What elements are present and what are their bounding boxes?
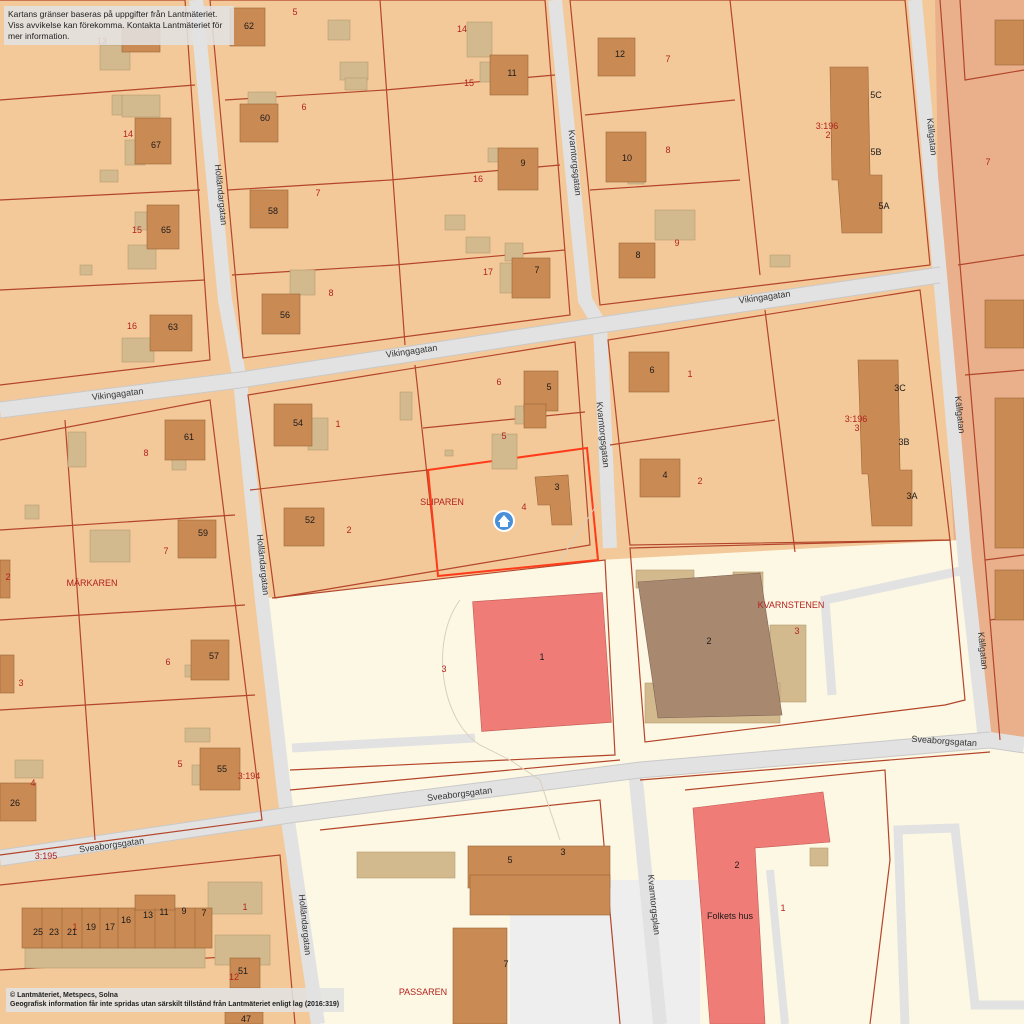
parcel-number: 9	[674, 238, 679, 248]
house-number: 19	[86, 922, 96, 932]
selected-property-marker[interactable]	[493, 510, 515, 532]
parcel-number: 1	[242, 902, 247, 912]
house-number: 65	[161, 225, 171, 235]
boundary-disclaimer: Kartans gränser baseras på uppgifter frå…	[4, 6, 234, 45]
house-number: 59	[198, 528, 208, 538]
copyright-notice: © Lantmäteriet, Metspecs, Solna Geografi…	[6, 988, 344, 1012]
house-number: 63	[168, 322, 178, 332]
house-number: 23	[49, 927, 59, 937]
parcel-number: 14	[457, 24, 467, 34]
house-number: 3C	[894, 383, 906, 393]
parcel-number: 3:195	[35, 851, 58, 861]
parcel-number: 3	[441, 664, 446, 674]
house-number: 9	[520, 158, 525, 168]
license-line: Geografisk information får inte spridas …	[10, 1001, 340, 1008]
parcel-number: 2	[825, 130, 830, 140]
parcel-number: 7	[665, 54, 670, 64]
district-label-passaren: PASSAREN	[399, 987, 447, 997]
district-label-sliparen: SLIPAREN	[420, 497, 464, 507]
house-number: 3B	[898, 437, 909, 447]
parcel-number: 1	[687, 369, 692, 379]
parcel-number: 6	[496, 377, 501, 387]
parcel-number: 5	[177, 759, 182, 769]
parcel-number: 5	[292, 7, 297, 17]
house-number: 13	[143, 910, 153, 920]
house-number: 26	[10, 798, 20, 808]
parcel-number: 2	[346, 525, 351, 535]
parcel-number: 3	[18, 678, 23, 688]
house-number: 21	[67, 927, 77, 937]
house-number: 51	[238, 966, 248, 976]
house-number: 57	[209, 651, 219, 661]
parcel-number: 14	[123, 129, 133, 139]
parcel-number: 15	[132, 225, 142, 235]
house-number: 5	[546, 382, 551, 392]
parcel-number: 1	[335, 419, 340, 429]
house-number: 5	[507, 855, 512, 865]
house-number: 7	[503, 959, 508, 969]
house-number: 67	[151, 140, 161, 150]
house-number: 62	[244, 21, 254, 31]
folkets-hus-label: Folkets hus	[707, 911, 754, 921]
public-building-1	[472, 592, 612, 732]
house-number: 47	[241, 1014, 251, 1024]
house-number: 16	[121, 915, 131, 925]
house-number: 2	[706, 636, 711, 646]
parcel-number: 4	[30, 778, 35, 788]
disclaimer-line-1: Kartans gränser baseras på uppgifter frå…	[8, 9, 218, 19]
parcel-number: 6	[165, 657, 170, 667]
parcel-number: 8	[665, 145, 670, 155]
house-number: 58	[268, 206, 278, 216]
parcel-number: 2	[697, 476, 702, 486]
house-number: 12	[615, 49, 625, 59]
house-number: 7	[534, 265, 539, 275]
house-number: 1	[539, 652, 544, 662]
parcel-number: 7	[315, 188, 320, 198]
house-number: 52	[305, 515, 315, 525]
house-number: 25	[33, 927, 43, 937]
copyright-line: © Lantmäteriet, Metspecs, Solna	[10, 992, 118, 999]
parcel-number: 16	[473, 174, 483, 184]
house-number: 9	[181, 906, 186, 916]
parcel-number: 15	[464, 78, 474, 88]
parcel-number: 8	[143, 448, 148, 458]
house-number: 10	[622, 153, 632, 163]
house-number: 17	[105, 922, 115, 932]
parcel-number: 5	[501, 431, 506, 441]
parcel-number: 1	[780, 903, 785, 913]
parcel-number: 17	[483, 267, 493, 277]
parcel-number: 4	[521, 502, 526, 512]
parcel-number: 3:194	[238, 771, 261, 781]
district-label-markaren: MÄRKAREN	[66, 578, 117, 588]
house-number: 60	[260, 113, 270, 123]
parcel-number: 3	[854, 423, 859, 433]
house-number: 5A	[878, 201, 889, 211]
house-number: 8	[635, 250, 640, 260]
house-number: 5C	[870, 90, 882, 100]
house-number: 6	[649, 365, 654, 375]
map-canvas[interactable]: Vikingagatan Vikingagatan Vikingagatan H…	[0, 0, 1024, 1024]
house-number: 55	[217, 764, 227, 774]
district-label-kvarnstenen: KVARNSTENEN	[758, 600, 825, 610]
house-number: 7	[201, 908, 206, 918]
parcel-number: 3	[794, 626, 799, 636]
house-number: 2	[734, 860, 739, 870]
disclaimer-line-2: Viss avvikelse kan förekomma. Kontakta L…	[8, 20, 223, 41]
parcel-number: 2	[5, 572, 10, 582]
house-number: 56	[280, 310, 290, 320]
house-number: 11	[159, 907, 168, 917]
parcel-number: 7	[985, 157, 990, 167]
parcel-number: 7	[163, 546, 168, 556]
house-number: 61	[184, 432, 194, 442]
parcel-number: 16	[127, 321, 137, 331]
house-number: 11	[507, 68, 516, 78]
house-number: 5B	[870, 147, 881, 157]
house-number: 3A	[906, 491, 917, 501]
parcel-number: 8	[328, 288, 333, 298]
house-number: 3	[554, 482, 559, 492]
house-number: 3	[560, 847, 565, 857]
house-number: 54	[293, 418, 303, 428]
parcel-number: 6	[301, 102, 306, 112]
house-number: 4	[662, 470, 667, 480]
